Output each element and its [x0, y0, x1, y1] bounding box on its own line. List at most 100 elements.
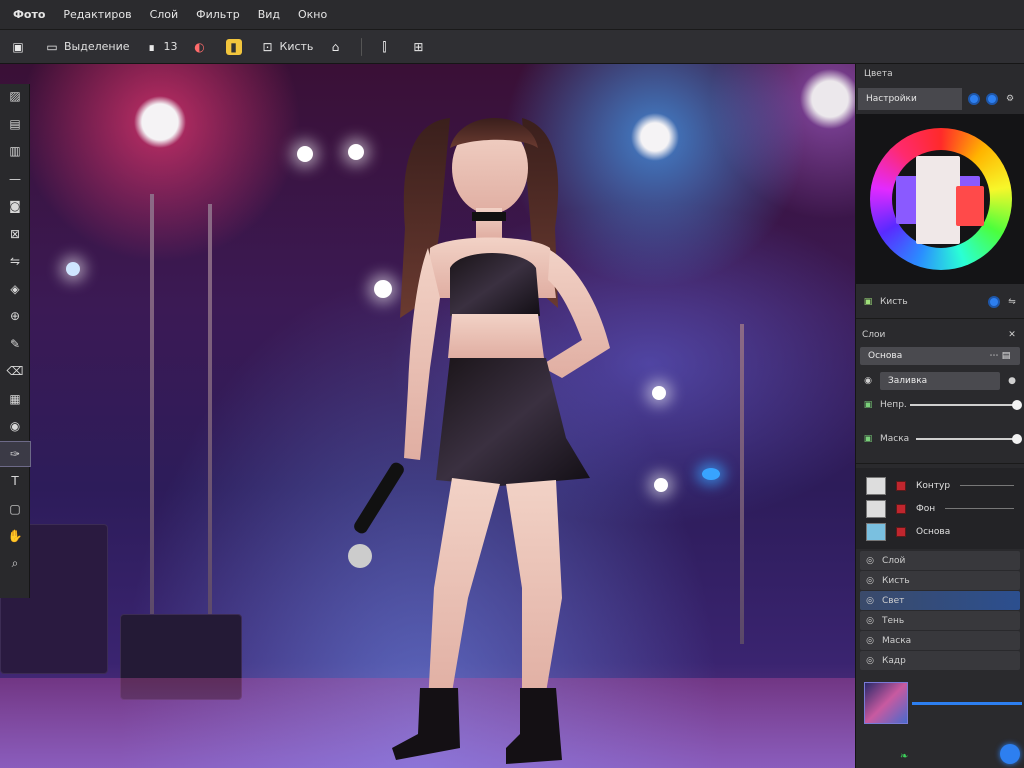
history-item[interactable]: ◎ Маска [860, 631, 1020, 650]
settings-tab[interactable]: Настройки [858, 88, 962, 110]
history-label: Маска [882, 635, 912, 646]
layer-item[interactable]: Контур [856, 474, 1024, 497]
history-item[interactable]: ◎ Тень [860, 611, 1020, 630]
fill-icon: ◉ [864, 376, 872, 386]
shape-tool-icon[interactable]: ▢ [0, 497, 30, 521]
mask-slider-knob[interactable] [1012, 434, 1022, 444]
fill-toggle-icon[interactable]: ● [1006, 375, 1018, 387]
palette-button[interactable]: ▮ [220, 35, 252, 59]
opacity-slider[interactable] [910, 400, 1022, 410]
crop-icon: ⊞ [413, 39, 424, 54]
menu-bar: Фото Редактиров Слой Фильтр Вид Окно [0, 0, 1024, 30]
close-icon[interactable]: ✕ [1006, 329, 1018, 341]
colors-tabs: Настройки ⚙ [856, 88, 1024, 110]
color-mode-dot-2[interactable] [986, 93, 998, 105]
color-button[interactable]: ◐ [186, 35, 218, 59]
brush-icon: ⊡ [262, 39, 273, 54]
size-field[interactable]: ∎ 13 [138, 35, 184, 59]
document-canvas[interactable] [0, 64, 855, 768]
history-label: Кисть [882, 575, 910, 586]
mask-label: Маска [880, 434, 910, 444]
navigator-thumbnail[interactable] [864, 682, 908, 724]
menu-file[interactable]: Фото [4, 0, 54, 30]
history-item[interactable]: ◎ Кисть [860, 571, 1020, 590]
menu-filter[interactable]: Фильтр [187, 0, 249, 30]
lasso-tool-icon[interactable]: ◙ [0, 194, 30, 218]
tool-row-label: Кисть [880, 297, 908, 307]
fill-row: ◉ Заливка ● [856, 369, 1024, 393]
opacity-slider-knob[interactable] [1012, 400, 1022, 410]
eraser-tool-icon[interactable]: ⌫ [0, 359, 30, 383]
history-step-icon: ◎ [866, 575, 874, 586]
history-item[interactable]: ◎ Кадр [860, 651, 1020, 670]
layer-header-bar[interactable]: Основа ⋯ ▤ [860, 347, 1020, 365]
pen-tool-icon[interactable]: ✑ [0, 440, 31, 467]
history-step-icon: ◎ [866, 555, 874, 566]
transform-icon: ⫿ [382, 39, 387, 54]
navigator-zoom-bar[interactable] [912, 702, 1022, 705]
stage-light [702, 468, 720, 480]
layer-label: Контур [916, 480, 951, 491]
image-button[interactable]: ▣ [4, 35, 36, 59]
link-icon[interactable]: ⇋ [1006, 296, 1018, 308]
performer-figure [348, 118, 610, 764]
options-bar: ▣ ▭ Выделение ∎ 13 ◐ ▮ ⊡ Кисть ⌂ ⫿ ⊞ [0, 30, 1024, 64]
color-swatch-light[interactable] [916, 156, 960, 244]
layer-label: Основа [916, 526, 951, 537]
hand-tool-icon[interactable]: ✋ [0, 524, 30, 548]
stage-truss [740, 324, 744, 644]
brush-button[interactable]: ⊡ Кисть [254, 35, 320, 59]
tool-palette: ▨ ▤ ▥ — ◙ ⊠ ⇋ ◈ ⊕ ✎ ⌫ ▦ ◉ ✑ T ▢ ✋ ⌕ [0, 84, 31, 598]
mask-slider[interactable] [916, 434, 1022, 444]
history-label: Кадр [882, 655, 906, 666]
gradient-tool-icon[interactable]: ▦ [0, 387, 30, 411]
photo-tool-icon[interactable]: ▨ [0, 84, 30, 108]
fill-dropdown[interactable]: Заливка [880, 372, 1000, 390]
status-leaf-icon: ❧ [900, 751, 909, 762]
move-tool-icon[interactable]: ⇋ [0, 249, 30, 273]
color-icon: ◐ [194, 39, 205, 54]
gear-icon[interactable]: ⚙ [1004, 93, 1016, 105]
brush-tool-icon[interactable]: ✎ [0, 332, 30, 356]
tool-color-dot[interactable] [988, 296, 1000, 308]
stamp-tool-icon[interactable]: ⊕ [0, 304, 30, 328]
layer-line [945, 508, 1014, 509]
path-button[interactable]: ⌂ [321, 35, 353, 59]
menu-layer[interactable]: Слой [141, 0, 188, 30]
color-swatch-red[interactable] [956, 186, 984, 226]
lock-icon[interactable]: ▤ [1000, 350, 1012, 362]
layer-thumbnail [866, 499, 886, 518]
adjust-tool-icon[interactable]: ▥ [0, 139, 30, 163]
opacity-label: Непр. [880, 400, 907, 410]
crop-tool-icon[interactable]: ⊠ [0, 222, 30, 246]
menu-edit[interactable]: Редактиров [54, 0, 140, 30]
opacity-icon: ▣ [863, 400, 873, 410]
size-value: 13 [163, 40, 178, 53]
color-mode-dot-1[interactable] [968, 93, 980, 105]
options-divider [361, 37, 363, 56]
color-picker[interactable] [856, 114, 1024, 284]
layer-thumbnail [866, 476, 886, 495]
layer-item[interactable]: Фон [856, 497, 1024, 520]
crop-button[interactable]: ⊞ [404, 35, 436, 59]
history-step-icon: ◎ [866, 655, 874, 666]
menu-icon[interactable]: ⋯ [988, 350, 1000, 362]
history-item[interactable]: ◎ Свет [860, 591, 1020, 610]
menu-view[interactable]: Вид [249, 0, 289, 30]
blur-tool-icon[interactable]: ◉ [0, 414, 30, 438]
zoom-tool-icon[interactable]: ⌕ [0, 552, 30, 576]
status-dot[interactable] [1000, 744, 1020, 764]
transform-button[interactable]: ⫿ [370, 35, 402, 59]
right-panel: Цвета Настройки ⚙ ▣ Кисть ⇋ Слои ✕ Основ… [855, 64, 1024, 768]
history-item[interactable]: ◎ Слой [860, 551, 1020, 570]
heal-tool-icon[interactable]: ◈ [0, 277, 30, 301]
selection-button[interactable]: ▭ Выделение [38, 35, 136, 59]
menu-window[interactable]: Окно [289, 0, 336, 30]
image-tool-icon[interactable]: ▤ [0, 112, 30, 136]
layers-section-title-row: Слои ✕ [856, 323, 1024, 347]
editor-app: Фото Редактиров Слой Фильтр Вид Окно ▣ ▭… [0, 0, 1024, 768]
line-tool-icon[interactable]: — [0, 167, 30, 191]
layer-item[interactable]: Основа [856, 520, 1024, 543]
text-tool-icon[interactable]: T [0, 469, 30, 493]
history-step-icon: ◎ [866, 595, 874, 606]
